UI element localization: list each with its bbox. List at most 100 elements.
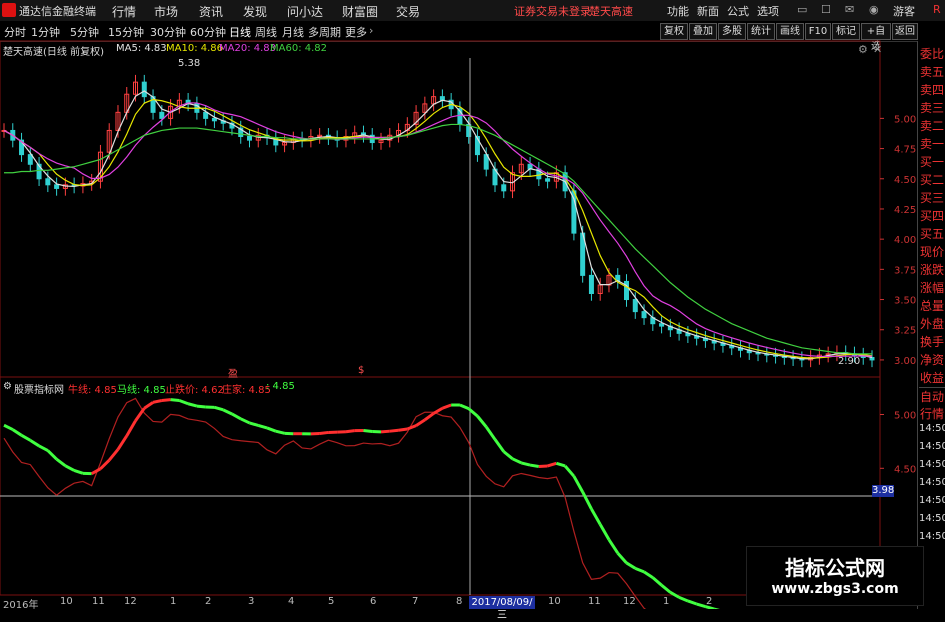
trend-line-segment [679,597,688,601]
sidebar-item-net-assets[interactable]: 净资 [919,351,945,368]
time-label: 14:50 [919,513,945,524]
sidebar-item-buy2[interactable]: 买二 [919,171,945,188]
trend-line-segment [381,431,390,432]
trend-line-segment [697,604,706,607]
trend-line-segment [162,400,171,401]
ma60-line [4,124,872,353]
candle-body [142,82,146,96]
x-tick-label: 2 [205,596,211,607]
trend-line-segment [144,402,153,408]
candle-body [502,185,506,191]
y-tick-label: 3.00 [894,356,916,367]
x-tick-label: 1 [170,596,176,607]
trend-line-segment [127,421,136,436]
candle-body [46,179,50,185]
trend-line-segment [556,463,565,466]
trend-line-segment [92,469,101,474]
y-tick-label: 4.75 [894,145,916,156]
trend-line-segment [241,419,250,423]
candle-body [212,118,216,120]
candle-body [546,179,550,181]
y-tick-label: 4.25 [894,205,916,216]
event-marker-2[interactable]: $ [358,365,364,376]
sidebar-item-change-pct[interactable]: 涨幅 [919,279,945,296]
trend-line-segment [407,426,416,429]
sidebar-item-buy5[interactable]: 买五 [919,225,945,242]
sub-chart-title: 股票指标网 [14,381,64,396]
trend-line-segment [4,425,13,429]
x-tick-label: 10 [548,596,561,607]
sidebar-item-buy1[interactable]: 买一 [919,153,945,170]
trend-line-segment [530,465,539,466]
sidebar-item-volume[interactable]: 总量 [919,297,945,314]
x-tick-label: 1 [663,596,669,607]
ma-line-label: 马线: 4.85 [117,381,166,396]
trend-line-segment [618,553,627,563]
watermark: 指标公式网 www.zbgs3.com [746,546,924,606]
trend-line-segment [565,466,574,476]
x-tick-label: 11 [588,596,601,607]
y-tick-label: 4.00 [894,235,916,246]
y-tick-label: 3.50 [894,296,916,307]
candle-body [642,312,646,318]
settings-gear-icon[interactable]: ⚙ [858,43,868,56]
sidebar-item-outer[interactable]: 外盘 [919,315,945,332]
trend-line-segment [513,459,522,463]
trend-line-segment [249,423,258,426]
event-marker-1[interactable]: 盈 [228,365,238,380]
x-tick-label: 4 [288,596,294,607]
trend-line-segment [477,416,486,427]
watermark-title: 指标公式网 [747,552,923,581]
sub-chart-gear-icon[interactable]: ⚙ [3,381,12,392]
trend-line-segment [688,601,697,604]
cursor-value-badge: 3.98 [872,485,894,497]
niu-line-label: 牛线: 4.85 [68,381,117,396]
trend-line-segment [399,429,408,430]
ma10-line [4,100,872,358]
sidebar-item-buy3[interactable]: 买三 [919,189,945,206]
sidebar-item-earnings[interactable]: 收益 [919,369,945,386]
trend-line-segment [390,430,399,431]
x-tick-label: 12 [623,596,636,607]
trend-line-segment [100,460,109,469]
trend-line-segment [600,524,609,539]
sidebar-item-weibi[interactable]: 委比 [919,45,945,62]
trend-line-segment [109,449,118,460]
sidebar-item-sell5[interactable]: 卖五 [919,63,945,80]
sidebar-item-sell3[interactable]: 卖三 [919,99,945,116]
time-label: 14:50 [919,477,945,488]
ma20-label: MA20: 4.83 [219,43,276,54]
candle-body [160,112,164,118]
sidebar-item-sell2[interactable]: 卖二 [919,117,945,134]
sidebar-item-quotes[interactable]: 行情 [919,405,945,422]
main-panel-frame [0,41,880,377]
sidebar-item-turnover[interactable]: 换手 [919,333,945,350]
trend-line-segment [486,427,495,440]
sidebar-item-buy4[interactable]: 买四 [919,207,945,224]
sidebar-item-price[interactable]: 现价 [919,243,945,260]
value-label: : 4.85 [266,381,295,392]
watermark-url: www.zbgs3.com [747,581,923,597]
trend-line-segment [57,459,66,466]
close-icon[interactable]: ✕ [873,43,882,56]
trend-line-segment [416,420,425,426]
chart-canvas[interactable]: 5.004.754.504.254.003.753.503.253.005.00… [0,0,945,609]
trend-line-segment [267,428,276,431]
trend-line-segment [258,425,267,428]
trend-line-segment [39,446,48,451]
x-tick-label: 6 [370,596,376,607]
ma60-label: MA60: 4.82 [270,43,327,54]
x-tick-label: 7 [412,596,418,607]
sidebar-item-change[interactable]: 涨跌 [919,261,945,278]
ma10-label: MA10: 4.86 [166,43,223,54]
trend-line-segment [574,476,583,492]
trend-line-segment [118,436,127,450]
trend-line-segment [442,405,451,408]
sidebar-item-sell1[interactable]: 卖一 [919,135,945,152]
low-price-label: 2.90 [838,356,860,367]
cursor-date-flag: 2017/08/09/三 [469,596,535,609]
trend-line-segment [662,585,671,592]
sidebar-item-auto[interactable]: 自动 [919,387,945,405]
sidebar-item-sell4[interactable]: 卖四 [919,81,945,98]
trend-line-segment [425,413,434,419]
